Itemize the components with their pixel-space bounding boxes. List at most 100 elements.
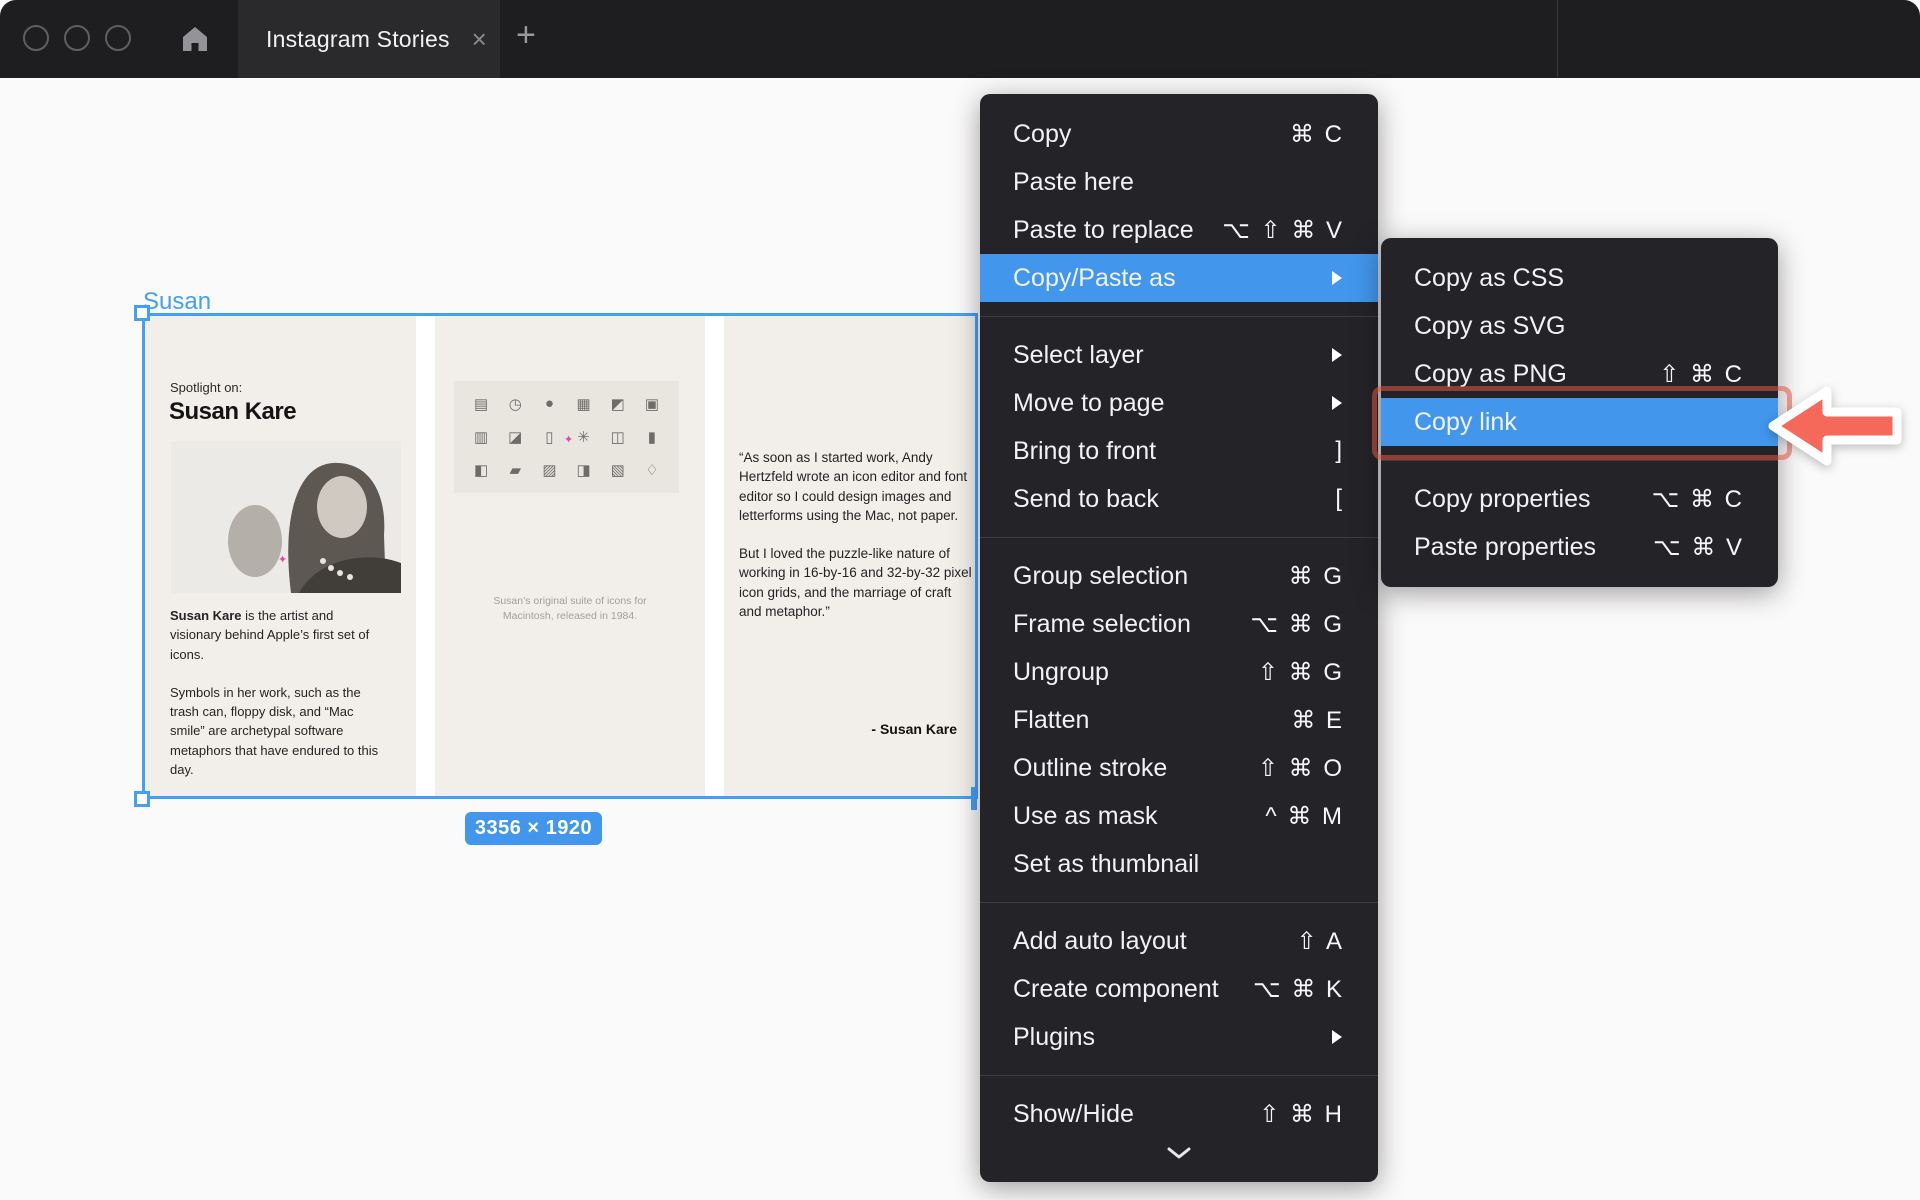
submenu-arrow-icon [1330,394,1344,412]
shortcut: ⌘ C [1290,120,1344,149]
menu-item-show-hide[interactable]: Show/Hide ⇧ ⌘ H [980,1090,1378,1138]
menu-item-copy-properties[interactable]: Copy properties ⌥ ⌘ C [1381,475,1778,523]
menu-separator [980,902,1378,903]
shortcut: ⌥ ⌘ K [1253,975,1344,1004]
menu-item-send-to-back[interactable]: Send to back [ [980,475,1378,523]
susan-kare-photo: ✦ [171,441,401,593]
menu-item-copy-as-svg[interactable]: Copy as SVG [1381,302,1778,350]
shortcut: ⌥ ⇧ ⌘ V [1222,216,1344,245]
new-tab-button[interactable]: + [516,16,536,55]
shortcut: ⌥ ⌘ C [1652,485,1744,514]
submenu-arrow-icon [1330,269,1344,287]
menu-item-copy[interactable]: Copy ⌘ C [980,110,1378,158]
collaborator-cursor-icon: ✦ [564,433,573,446]
submenu-arrow-icon [1330,1028,1344,1046]
pixel-icon: ▯ [545,428,553,446]
pixel-icon: ▦ [576,395,590,413]
menu-scroll-more[interactable] [980,1138,1378,1168]
pixel-icon: ● [545,395,554,412]
menu-separator [980,537,1378,538]
menu-item-ungroup[interactable]: Ungroup ⇧ ⌘ G [980,648,1378,696]
shortcut: [ [1335,485,1344,513]
annotation-arrow-icon [1765,381,1905,476]
quote-text: “As soon as I started work, Andy Hertzfe… [739,448,972,640]
menu-separator [1381,460,1778,461]
menu-item-paste-properties[interactable]: Paste properties ⌥ ⌘ V [1381,523,1778,571]
shortcut: ] [1335,437,1344,465]
pixel-icon: ▧ [611,461,625,479]
para2: Symbols in her work, such as the trash c… [170,683,388,779]
story-card-icons: ▤ ◷ ● ▦ ◩ ▣ ▥ ◪ ▯ ✳ ◫ ▮ ◧ ▰ ▨ ◨ ▧ [435,316,705,796]
story-card-spotlight: Spotlight on: Susan Kare ✦ Susan [145,316,416,796]
window-control-zoom-icon[interactable] [105,25,131,51]
menu-item-bring-to-front[interactable]: Bring to front ] [980,427,1378,475]
pixel-icon: ◷ [509,395,522,413]
selected-frame[interactable]: Spotlight on: Susan Kare ✦ Susan [142,313,978,799]
annotation-highlight-box [1372,386,1792,460]
home-icon [180,24,210,54]
bold-lead: Susan Kare [170,608,242,623]
menu-item-plugins[interactable]: Plugins [980,1013,1378,1061]
shortcut: ⇧ ⌘ O [1258,754,1344,783]
card-eyebrow: Spotlight on: [170,380,242,395]
card-title: Susan Kare [169,398,296,426]
menu-item-frame-selection[interactable]: Frame selection ⌥ ⌘ G [980,600,1378,648]
collaborator-cursor-icon: ✦ [278,553,287,566]
pixel-icon: ♢ [645,461,658,479]
card-body-text: Susan Kare is the artist and visionary b… [170,606,388,798]
icon-suite-caption: Susan’s original suite of icons for Maci… [435,594,705,624]
menu-separator [980,316,1378,317]
window-control-close-icon[interactable] [23,25,49,51]
selection-handle-bottom-left[interactable] [134,791,150,807]
tab-close-icon[interactable]: × [472,26,487,52]
dimensions-badge: 3356 × 1920 [465,812,602,845]
menu-item-set-as-thumbnail[interactable]: Set as thumbnail [980,840,1378,888]
shortcut: ⌘ E [1291,706,1344,735]
shortcut: ⌘ G [1289,562,1344,591]
window-control-minimize-icon[interactable] [64,25,90,51]
home-button[interactable] [178,22,212,56]
figma-app-window: Instagram Stories × + Susan Spotlight on… [0,0,1920,1200]
menu-item-select-layer[interactable]: Select layer [980,331,1378,379]
pixel-icon: ▣ [645,395,659,413]
menu-separator [980,1075,1378,1076]
pixel-icon: ◨ [576,461,590,479]
pixel-icon: ▮ [648,428,656,446]
menu-item-move-to-page[interactable]: Move to page [980,379,1378,427]
shortcut: ^ ⌘ M [1265,802,1344,831]
story-card-quote: “As soon as I started work, Andy Hertzfe… [724,316,975,796]
shortcut: ⇧ ⌘ H [1259,1100,1344,1129]
menu-item-flatten[interactable]: Flatten ⌘ E [980,696,1378,744]
toolbar-divider [1557,0,1558,78]
pixel-icon: ▥ [474,428,488,446]
menu-item-create-component[interactable]: Create component ⌥ ⌘ K [980,965,1378,1013]
menu-item-group-selection[interactable]: Group selection ⌘ G [980,552,1378,600]
tab-instagram-stories[interactable]: Instagram Stories × [238,0,500,78]
toolbar: Instagram Stories × + [0,0,1920,78]
pixel-icon: ▰ [509,461,521,479]
shortcut: ⇧ A [1297,927,1344,956]
pixel-icon: ✳ [577,428,590,446]
context-menu: Copy ⌘ C Paste here Paste to replace ⌥ ⇧… [980,94,1378,1182]
pixel-icon: ◩ [611,395,625,413]
shortcut: ⇧ ⌘ G [1258,658,1344,687]
frame-name-label[interactable]: Susan [143,288,211,316]
menu-item-paste-here[interactable]: Paste here [980,158,1378,206]
menu-item-copy-as-css[interactable]: Copy as CSS [1381,254,1778,302]
selection-handle-bottom-right[interactable] [971,787,977,810]
menu-item-outline-stroke[interactable]: Outline stroke ⇧ ⌘ O [980,744,1378,792]
pixel-icon: ▨ [542,461,556,479]
pixel-icon: ◧ [474,461,488,479]
shortcut: ⌥ ⌘ V [1653,533,1744,562]
selection-handle-top-left[interactable] [134,305,150,321]
tab-title: Instagram Stories [266,26,450,53]
quote-attribution: - Susan Kare [871,721,957,737]
menu-item-use-as-mask[interactable]: Use as mask ^ ⌘ M [980,792,1378,840]
pixel-icon: ◪ [508,428,522,446]
submenu-arrow-icon [1330,346,1344,364]
menu-item-add-auto-layout[interactable]: Add auto layout ⇧ A [980,917,1378,965]
pixel-icon: ▤ [474,395,488,413]
pixel-icon: ◫ [611,428,625,446]
menu-item-paste-to-replace[interactable]: Paste to replace ⌥ ⇧ ⌘ V [980,206,1378,254]
menu-item-copy-paste-as[interactable]: Copy/Paste as [980,254,1378,302]
